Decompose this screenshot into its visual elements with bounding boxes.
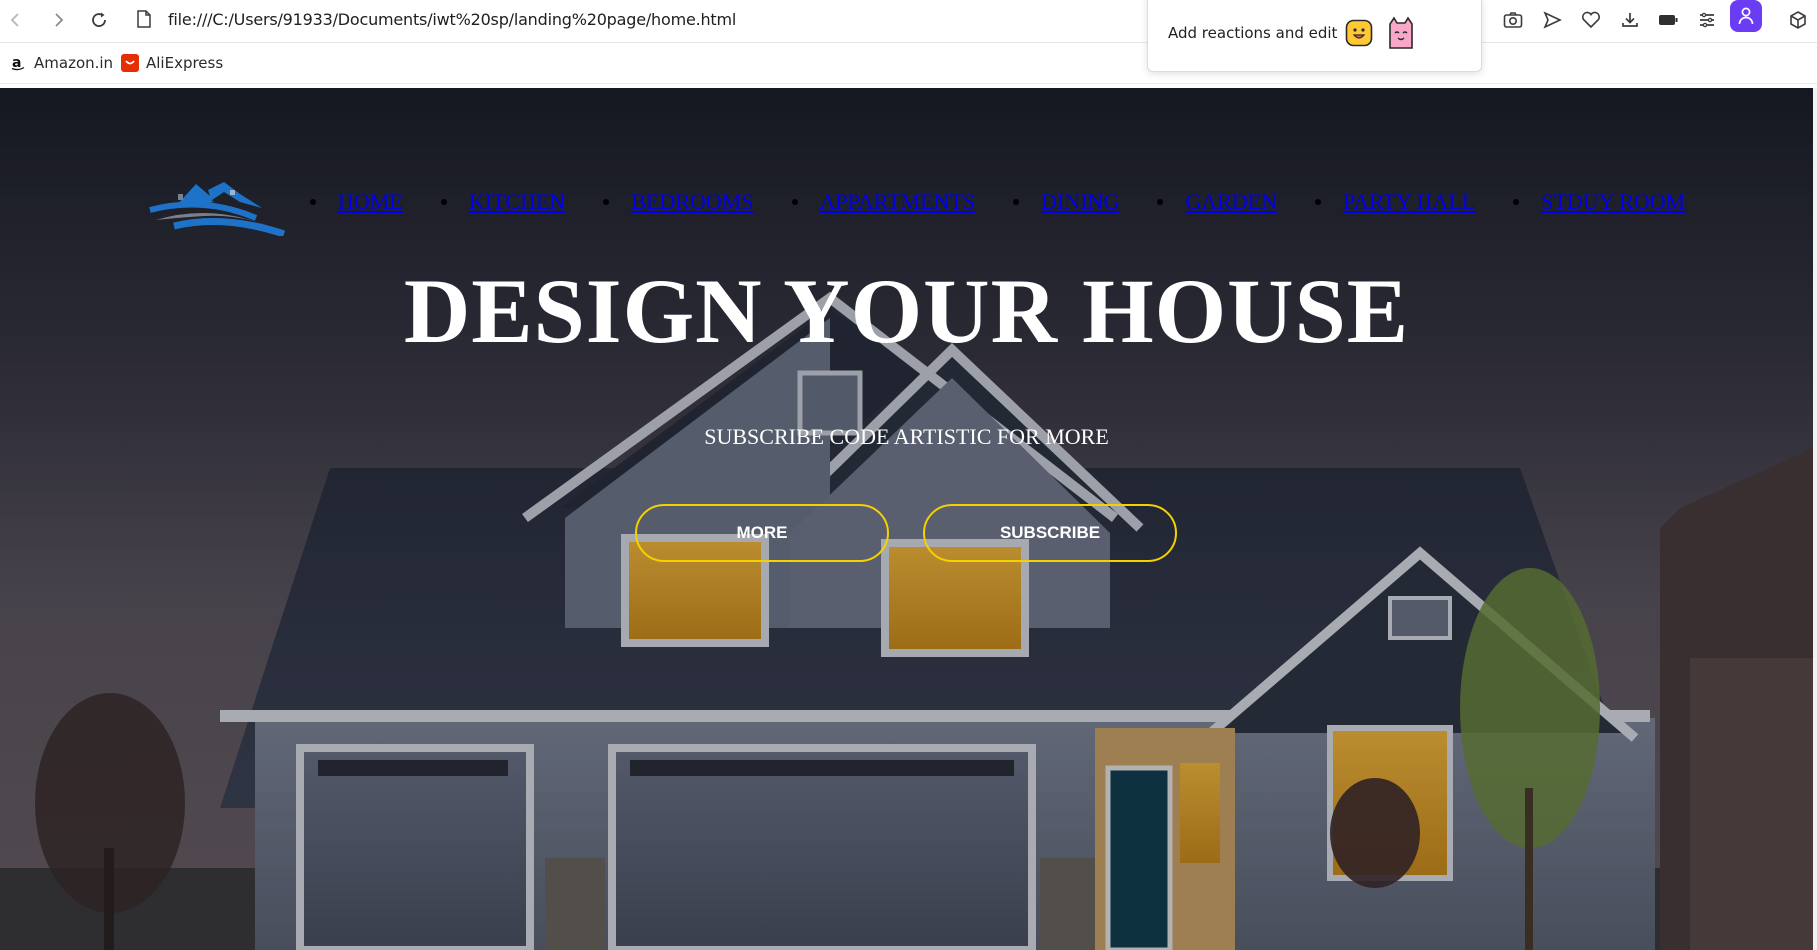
cat-face-icon[interactable] [1387, 16, 1415, 50]
bookmark-amazon[interactable]: a Amazon.in [9, 51, 113, 75]
bookmark-aliexpress[interactable]: AliExpress [121, 51, 223, 75]
nav-link-party-hall[interactable]: PARTY HALL [1343, 189, 1475, 215]
battery-icon[interactable] [1652, 4, 1684, 36]
reactions-popup-text: Add reactions and edit [1168, 24, 1338, 42]
bullet-icon [603, 199, 610, 205]
bullet-icon [440, 199, 447, 205]
browser-toolbar: file:///C:/Users/91933/Documents/iwt%20s… [0, 0, 1817, 43]
menu-icon[interactable] [1691, 4, 1723, 36]
nav-link-dining[interactable]: DINING [1041, 189, 1119, 215]
reload-icon[interactable] [83, 4, 115, 36]
bullet-icon [1513, 199, 1520, 205]
back-icon[interactable] [0, 4, 32, 36]
nav-link-appartments[interactable]: APPARTMENTS [820, 189, 976, 215]
forward-icon[interactable] [43, 4, 75, 36]
url-text[interactable]: file:///C:/Users/91933/Documents/iwt%20s… [168, 10, 736, 29]
bullet-icon [310, 199, 316, 205]
nav-item-kitchen: KITCHEN [440, 188, 566, 216]
bullet-icon [1157, 199, 1164, 205]
nav-item-bedrooms: BEDROOMS [603, 188, 754, 216]
nav-link-study-room[interactable]: STDUY ROOM [1541, 189, 1685, 215]
nav-link-garden[interactable]: GARDEN [1185, 189, 1277, 215]
extensions-icon[interactable] [1782, 4, 1814, 36]
landing-page: HOME KITCHEN BEDROOMS APPARTMENTS DINING… [0, 88, 1813, 950]
nav-link-bedrooms[interactable]: BEDROOMS [631, 189, 753, 215]
reactions-popup[interactable]: Add reactions and edit [1147, 0, 1482, 72]
subscribe-button[interactable]: SUBSCRIBE [923, 504, 1177, 562]
aliexpress-icon [121, 54, 139, 72]
nav-item-garden: GARDEN [1157, 188, 1277, 216]
profile-icon[interactable] [1730, 0, 1762, 32]
nav-link-kitchen[interactable]: KITCHEN [469, 189, 566, 215]
nav-item-appartments: APPARTMENTS [791, 188, 976, 216]
nav-item-dining: DINING [1013, 188, 1119, 216]
bookmark-label: Amazon.in [34, 54, 114, 72]
bullet-icon [1315, 199, 1322, 205]
nav-item-study-room: STDUY ROOM [1513, 188, 1685, 216]
bookmark-label: AliExpress [146, 54, 224, 72]
house-logo [149, 182, 286, 236]
main-nav: HOME KITCHEN BEDROOMS APPARTMENTS DINING… [310, 188, 1723, 216]
more-button[interactable]: MORE [635, 504, 889, 562]
hero-title: DESIGN YOUR HOUSE [403, 260, 1410, 362]
download-icon[interactable] [1614, 4, 1646, 36]
send-icon[interactable] [1536, 4, 1568, 36]
amazon-icon: a [9, 54, 27, 72]
nav-link-home[interactable]: HOME [338, 189, 403, 215]
page-edge [1813, 88, 1817, 950]
nav-item-home: HOME [310, 188, 403, 216]
hero-subtitle: SUBSCRIBE CODE ARTISTIC FOR MORE [704, 424, 1109, 449]
address-bar[interactable]: file:///C:/Users/91933/Documents/iwt%20s… [134, 2, 1134, 36]
bullet-icon [1013, 199, 1020, 205]
smile-face-icon[interactable] [1345, 19, 1373, 47]
page-icon [134, 9, 154, 29]
nav-item-party-hall: PARTY HALL [1315, 188, 1475, 216]
bullet-icon [791, 199, 798, 205]
camera-icon[interactable] [1497, 4, 1529, 36]
bookmarks-bar: a Amazon.in AliExpress [0, 43, 1817, 84]
heart-icon[interactable] [1575, 4, 1607, 36]
